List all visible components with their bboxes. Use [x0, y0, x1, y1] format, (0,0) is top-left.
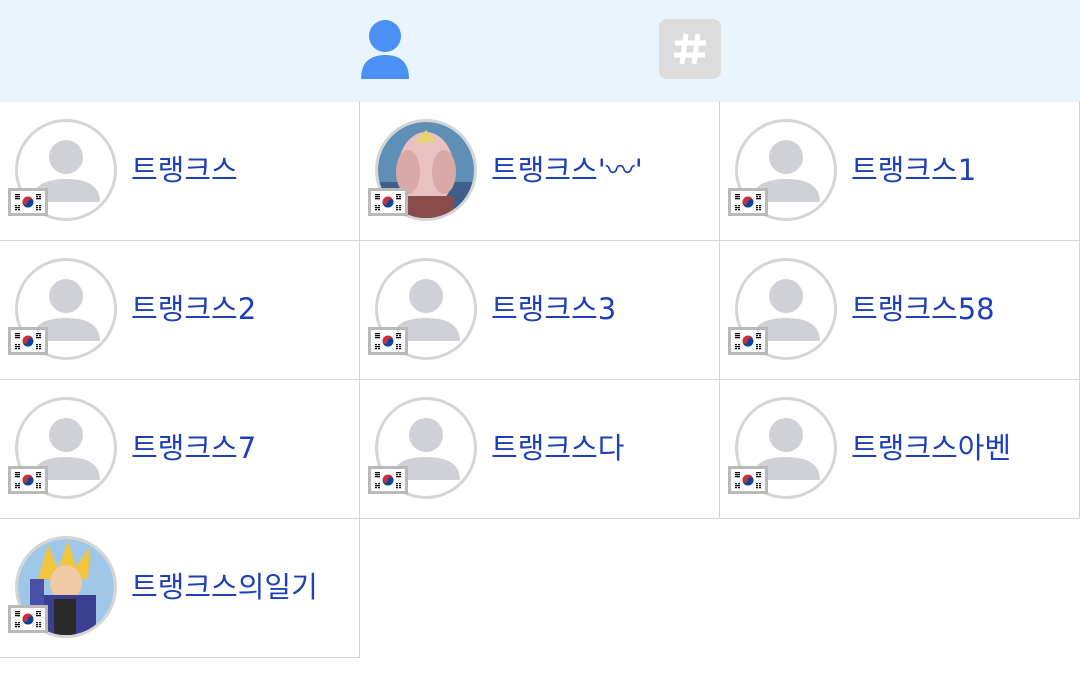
south-korea-flag-icon: [368, 466, 408, 494]
username-label: 트랭크스7: [131, 431, 257, 465]
user-result-item[interactable]: 트랭크스다: [360, 380, 720, 519]
username-label: 트랭크스'〰': [491, 153, 643, 187]
user-results-grid: 트랭크스 트랭크스'〰' 트랭크스1 트랭크스2 트랭크스3 트랭크스58 트랭크스7 트랭크…: [0, 102, 1080, 658]
south-korea-flag-icon: [368, 188, 408, 216]
user-result-item[interactable]: 트랭크스58: [720, 241, 1080, 380]
south-korea-flag-icon: [368, 327, 408, 355]
user-result-item[interactable]: 트랭크스'〰': [360, 102, 720, 241]
tab-users[interactable]: [335, 0, 435, 102]
user-result-item[interactable]: 트랭크스아벤: [720, 380, 1080, 519]
south-korea-flag-icon: [8, 605, 48, 633]
south-korea-flag-icon: [8, 466, 48, 494]
user-result-item[interactable]: 트랭크스의일기: [0, 519, 360, 658]
user-result-item[interactable]: 트랭크스3: [360, 241, 720, 380]
username-label: 트랭크스: [131, 153, 238, 187]
username-label: 트랭크스1: [851, 153, 977, 187]
hashtag-icon: [659, 19, 721, 79]
south-korea-flag-icon: [728, 466, 768, 494]
user-result-item[interactable]: 트랭크스7: [0, 380, 360, 519]
south-korea-flag-icon: [728, 188, 768, 216]
username-label: 트랭크스58: [851, 292, 995, 326]
search-type-tab-bar: [0, 0, 1080, 102]
username-label: 트랭크스의일기: [131, 570, 318, 604]
south-korea-flag-icon: [728, 327, 768, 355]
tab-hashtags[interactable]: [640, 0, 740, 102]
username-label: 트랭크스2: [131, 292, 257, 326]
username-label: 트랭크스아벤: [851, 431, 1012, 465]
south-korea-flag-icon: [8, 188, 48, 216]
person-icon: [359, 17, 411, 85]
south-korea-flag-icon: [8, 327, 48, 355]
user-result-item[interactable]: 트랭크스1: [720, 102, 1080, 241]
user-result-item[interactable]: 트랭크스: [0, 102, 360, 241]
username-label: 트랭크스다: [491, 431, 625, 465]
username-label: 트랭크스3: [491, 292, 617, 326]
user-result-item[interactable]: 트랭크스2: [0, 241, 360, 380]
